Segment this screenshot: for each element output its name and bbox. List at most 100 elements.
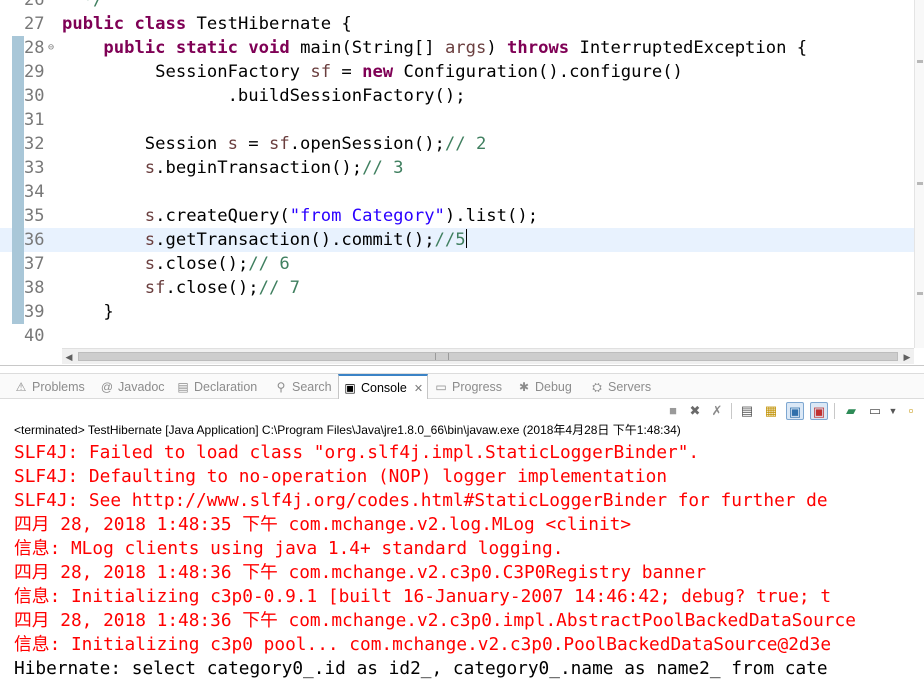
code-text: Session s = sf.openSession();// 2 [62, 132, 487, 156]
editor-horizontal-scrollbar[interactable]: ◀ ▶ [62, 348, 914, 364]
code-token: s [144, 206, 156, 226]
code-token: void [248, 38, 290, 58]
code-token: // 7 [258, 278, 301, 298]
code-token: static [175, 38, 238, 58]
code-line[interactable]: 26 */ [0, 0, 914, 12]
clear-console-icon[interactable]: ▤ [738, 402, 756, 420]
code-token: Configuration().configure() [393, 62, 683, 82]
code-line[interactable]: 30 .buildSessionFactory(); [0, 84, 914, 108]
word-wrap-icon[interactable]: ▣ [786, 402, 804, 420]
code-editor[interactable]: 26 */27 public class TestHibernate {28 ⊖ p… [0, 0, 924, 366]
code-token: */ [62, 0, 104, 10]
line-number: 31 [24, 110, 45, 130]
scrollbar-grip [435, 353, 449, 360]
console-line: 四月 28, 2018 1:48:36 下午 com.mchange.v2.c3… [14, 562, 707, 583]
code-line[interactable]: 33 s.beginTransaction();// 3 [0, 156, 914, 180]
code-token: main(String[] [289, 38, 445, 58]
console-line: 信息: Initializing c3p0-0.9.1 [built 16-Ja… [14, 586, 832, 607]
tab-label: Console [361, 381, 407, 395]
ruler-marker[interactable] [917, 60, 923, 63]
overview-ruler[interactable] [914, 0, 924, 348]
views-tab-bar: ⚠ Problems @ Javadoc ▤ Declaration ⚲ Search ▣ Con… [0, 373, 924, 400]
terminate-icon[interactable]: ■ [664, 402, 682, 420]
tab-label: Servers [608, 379, 652, 394]
pin-console-icon[interactable]: ▰ [842, 402, 860, 420]
tab-console[interactable]: ▣ Console ✕ [338, 374, 429, 400]
code-line[interactable]: 32 Session s = sf.openSession();// 2 [0, 132, 914, 156]
tab-declaration[interactable]: ▤ Declaration [176, 374, 257, 399]
change-marker [12, 36, 24, 60]
code-token: .getTransaction().commit(); [155, 230, 435, 250]
toolbar-separator [834, 403, 835, 419]
code-token: s [144, 254, 156, 274]
console-launch-label: <terminated> TestHibernate [Java Applica… [14, 423, 681, 437]
change-marker [12, 180, 24, 204]
code-line[interactable]: 39 } [0, 300, 914, 324]
console-icon: ▣ [344, 381, 356, 395]
code-token: throws [507, 38, 570, 58]
debug-icon: ✱ [518, 379, 530, 394]
progress-icon: ▭ [435, 379, 447, 394]
code-token: new [362, 62, 394, 82]
code-token: TestHibernate { [186, 14, 352, 34]
code-token: sf [268, 134, 290, 154]
display-selected-console-icon[interactable]: ▭ [866, 402, 884, 420]
change-marker [12, 300, 24, 324]
line-number: 27 [24, 14, 45, 34]
scroll-lock-icon[interactable]: ▦ [762, 402, 780, 420]
console-output[interactable]: SLF4J: Failed to load class "org.slf4j.i… [0, 440, 924, 700]
scroll-right-arrow-icon[interactable]: ▶ [900, 349, 914, 365]
code-line[interactable]: 36 s.getTransaction().commit();//5 [0, 228, 914, 252]
change-marker [12, 60, 24, 84]
chevron-down-icon[interactable]: ▼ [884, 402, 902, 420]
console-line: SLF4J: Defaulting to no-operation (NOP) … [14, 466, 668, 487]
tab-progress[interactable]: ▭ Progress [434, 374, 502, 399]
code-line[interactable]: 35 s.createQuery("from Category").list()… [0, 204, 914, 228]
tab-search[interactable]: ⚲ Search [274, 374, 332, 399]
tab-label: Search [292, 379, 332, 394]
code-token: sf [310, 62, 332, 82]
console-line: 四月 28, 2018 1:48:36 下午 com.mchange.v2.c3… [14, 610, 856, 631]
tab-label: Debug [535, 379, 572, 394]
code-token: } [62, 302, 114, 322]
search-icon: ⚲ [276, 379, 286, 394]
tab-javadoc[interactable]: @ Javadoc [100, 374, 165, 399]
ruler-marker[interactable] [917, 292, 923, 295]
ruler-marker[interactable] [917, 182, 923, 185]
code-line[interactable]: 34 [0, 180, 914, 204]
remove-launch-icon[interactable]: ✖ [686, 402, 704, 420]
code-line[interactable]: 38 sf.close();// 7 [0, 276, 914, 300]
fold-collapse-icon[interactable]: ⊖ [48, 36, 54, 60]
console-line: SLF4J: Failed to load class "org.slf4j.i… [14, 442, 700, 463]
code-token: .close(); [165, 278, 259, 298]
tab-debug[interactable]: ✱ Debug [517, 374, 572, 399]
code-line[interactable]: 37 s.close();// 6 [0, 252, 914, 276]
code-token: s [227, 134, 238, 154]
tab-problems[interactable]: ⚠ Problems [14, 374, 85, 399]
editor-text-area[interactable]: 26 */27 public class TestHibernate {28 ⊖ p… [0, 0, 914, 348]
javadoc-icon: @ [100, 379, 114, 394]
line-number: 38 [24, 278, 45, 298]
code-line[interactable]: 40 [0, 324, 914, 348]
code-line[interactable]: 28 ⊖ public static void main(String[] arg… [0, 36, 914, 60]
show-console-on-output-icon[interactable]: ▣ [810, 402, 828, 420]
code-token: s [144, 230, 156, 250]
code-token: Session [62, 134, 228, 154]
code-line[interactable]: 27 public class TestHibernate { [0, 12, 914, 36]
code-token: ) [486, 38, 508, 58]
scroll-left-arrow-icon[interactable]: ◀ [62, 349, 76, 365]
tab-servers[interactable]: ⛭ Servers [590, 374, 651, 399]
close-icon[interactable]: ✕ [414, 382, 423, 395]
code-token: //5 [434, 230, 466, 250]
console-line: 信息: MLog clients using java 1.4+ standar… [14, 538, 564, 559]
code-line[interactable]: 31 [0, 108, 914, 132]
code-line[interactable]: 29 SessionFactory sf = new Configuration… [0, 60, 914, 84]
change-marker [12, 108, 24, 132]
line-number: 37 [24, 254, 45, 274]
scrollbar-thumb[interactable] [78, 352, 898, 361]
open-console-icon[interactable]: ▫ [902, 402, 920, 420]
remove-all-terminated-icon[interactable]: ✗ [708, 402, 726, 420]
